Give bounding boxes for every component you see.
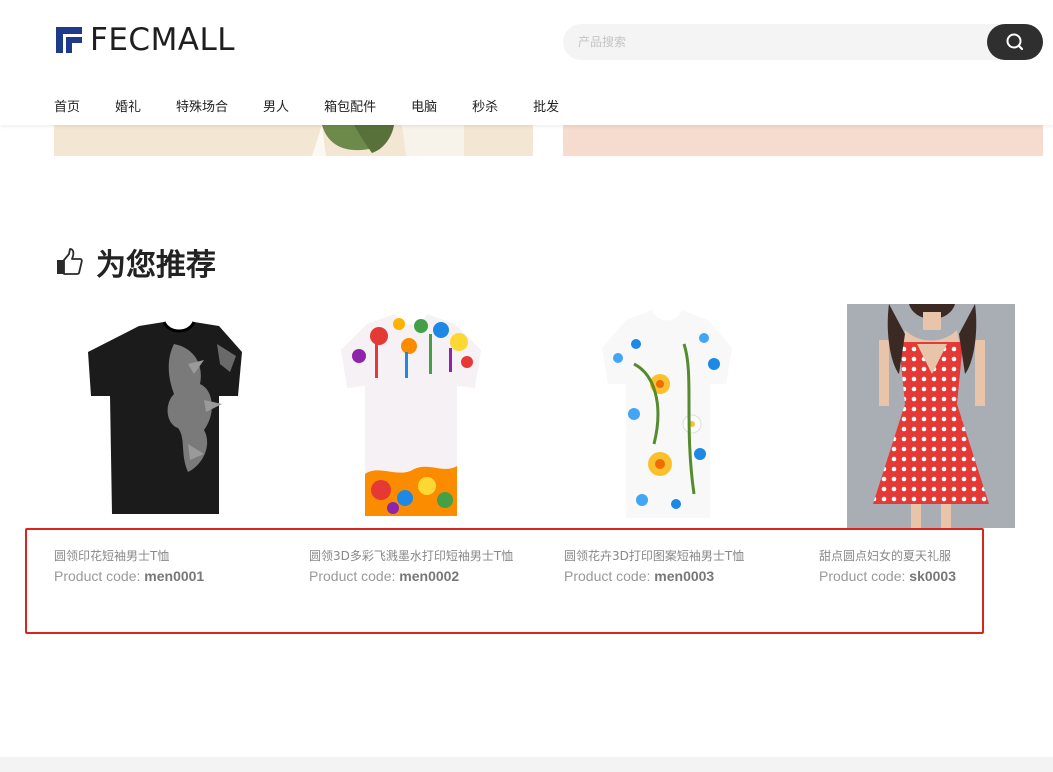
section-title: 为您推荐	[96, 248, 216, 283]
product-card[interactable]: 甜点圆点妇女的夏天礼服 Product code: sk0003	[819, 304, 1053, 584]
product-code-value: men0002	[399, 568, 460, 584]
product-image[interactable]	[309, 304, 549, 528]
product-code-value: men0003	[654, 568, 715, 584]
search-button[interactable]	[987, 24, 1043, 60]
search-icon	[1006, 33, 1024, 51]
search-bar	[563, 24, 1043, 60]
product-name[interactable]: 圆领3D多彩飞溅墨水打印短袖男士T恤	[309, 547, 513, 564]
logo-text: FECMALL	[90, 22, 236, 58]
promo-banner-left[interactable]	[54, 125, 533, 156]
product-code: Product code: men0001	[54, 568, 204, 584]
recommend-section-header: 为您推荐	[54, 240, 216, 284]
search-input[interactable]	[563, 24, 1003, 60]
product-card[interactable]: 圆领花卉3D打印图案短袖男士T恤 Product code: men0003	[564, 304, 804, 584]
logo-icon	[56, 27, 82, 53]
product-name[interactable]: 圆领花卉3D打印图案短袖男士T恤	[564, 547, 744, 564]
product-code-label: Product code:	[309, 568, 396, 584]
product-card[interactable]: 圆领印花短袖男士T恤 Product code: men0001	[54, 304, 294, 584]
nav-item-flash-sale[interactable]: 秒杀	[472, 96, 498, 115]
nav-item-home[interactable]: 首页	[54, 96, 80, 115]
product-code: Product code: sk0003	[819, 568, 956, 584]
site-logo[interactable]: FECMALL	[54, 24, 235, 56]
thumbs-up-icon	[57, 248, 83, 275]
product-image[interactable]	[564, 304, 804, 528]
product-code-value: men0001	[144, 568, 205, 584]
nav-item-special-occasion[interactable]: 特殊场合	[176, 96, 228, 115]
site-header: FECMALL 首页 婚礼 特殊场合 男人 箱包配件 电脑 秒杀 批发	[0, 0, 1053, 125]
nav-item-wedding[interactable]: 婚礼	[115, 96, 141, 115]
nav-item-computers[interactable]: 电脑	[411, 96, 437, 115]
product-code-value: sk0003	[909, 568, 956, 584]
product-code: Product code: men0003	[564, 568, 714, 584]
nav-item-wholesale[interactable]: 批发	[533, 96, 559, 115]
banner-image	[312, 125, 464, 156]
product-code-label: Product code:	[819, 568, 906, 584]
product-image[interactable]	[54, 304, 294, 528]
product-image[interactable]	[819, 304, 1053, 528]
product-name[interactable]: 圆领印花短袖男士T恤	[54, 547, 169, 564]
product-code-label: Product code:	[564, 568, 651, 584]
product-name[interactable]: 甜点圆点妇女的夏天礼服	[819, 547, 951, 564]
nav-item-men[interactable]: 男人	[263, 96, 289, 115]
product-grid: 圆领印花短袖男士T恤 Product code: men0001 圆领3D多彩飞…	[0, 304, 1053, 604]
product-code-label: Product code:	[54, 568, 141, 584]
promo-banner-right[interactable]	[563, 125, 1043, 156]
main-nav: 首页 婚礼 特殊场合 男人 箱包配件 电脑 秒杀 批发	[54, 96, 594, 115]
product-card[interactable]: 圆领3D多彩飞溅墨水打印短袖男士T恤 Product code: men0002	[309, 304, 549, 584]
product-code: Product code: men0002	[309, 568, 459, 584]
footer-band	[0, 757, 1053, 772]
nav-item-bags-accessories[interactable]: 箱包配件	[324, 96, 376, 115]
